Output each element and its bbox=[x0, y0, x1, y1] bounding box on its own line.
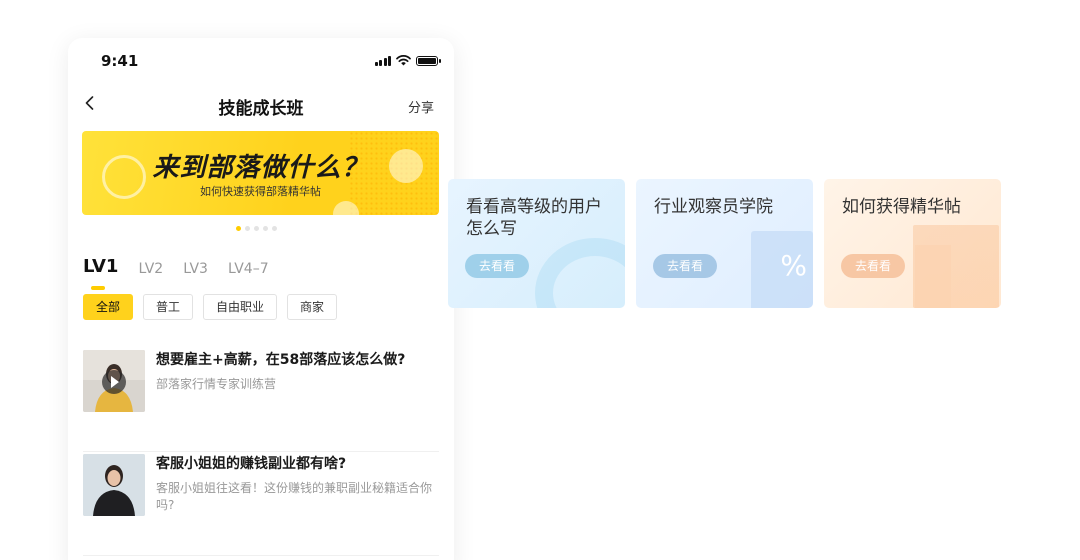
percent-icon: % bbox=[780, 249, 807, 282]
pager-dot[interactable] bbox=[263, 226, 268, 231]
list-item-title: 想要雇主+高薪，在58部落应该怎么做? bbox=[156, 352, 406, 368]
building-decoration bbox=[915, 245, 951, 308]
card-industry-observer[interactable]: % 行业观察员学院 去看看 bbox=[636, 179, 813, 308]
stage: 9:41 技能成长班 分享 来到部落做什么？ 如何快速获得部落精华帖 LV1 L… bbox=[0, 0, 1080, 560]
video-thumbnail[interactable] bbox=[83, 350, 145, 412]
battery-icon bbox=[416, 55, 441, 66]
card-title: 如何获得精华帖 bbox=[842, 197, 961, 217]
phone-screen: 9:41 技能成长班 分享 来到部落做什么？ 如何快速获得部落精华帖 LV1 L… bbox=[68, 38, 454, 560]
card-go-button[interactable]: 去看看 bbox=[841, 254, 905, 278]
video-thumbnail[interactable] bbox=[83, 454, 145, 516]
list-item-subtitle: 客服小姐姐往这看！这份赚钱的兼职副业秘籍适合你吗? bbox=[156, 481, 433, 512]
promo-banner[interactable]: 来到部落做什么？ 如何快速获得部落精华帖 bbox=[82, 131, 439, 215]
status-time: 9:41 bbox=[101, 52, 139, 70]
banner-pager bbox=[236, 226, 277, 231]
filter-general-worker[interactable]: 普工 bbox=[143, 294, 194, 320]
card-title: 行业观察员学院 bbox=[654, 197, 773, 217]
tab-lv3[interactable]: LV3 bbox=[183, 261, 208, 277]
play-icon[interactable] bbox=[102, 370, 126, 394]
banner-title: 来到部落做什么？ bbox=[152, 153, 369, 183]
share-button[interactable]: 分享 bbox=[408, 97, 434, 116]
list-item-title: 客服小姐姐的赚钱副业都有啥? bbox=[156, 456, 347, 472]
tab-lv2[interactable]: LV2 bbox=[138, 261, 163, 277]
filter-all[interactable]: 全部 bbox=[83, 294, 134, 320]
filter-freelance[interactable]: 自由职业 bbox=[203, 294, 278, 320]
list-item-subtitle: 部落家行情专家训练营 bbox=[156, 377, 277, 391]
card-high-level-users[interactable]: 看看高等级的用户怎么写 去看看 bbox=[448, 179, 625, 308]
page-title: 技能成长班 bbox=[218, 99, 304, 119]
wifi-icon bbox=[396, 55, 411, 66]
level-tabs: LV1 LV2 LV3 LV4–7 bbox=[83, 256, 289, 290]
card-title: 看看高等级的用户怎么写 bbox=[466, 197, 602, 239]
tab-lv1[interactable]: LV1 bbox=[83, 256, 118, 290]
card-decoration bbox=[535, 238, 625, 308]
card-go-button[interactable]: 去看看 bbox=[465, 254, 529, 278]
signal-icon bbox=[374, 55, 391, 66]
article-list: 想要雇主+高薪，在58部落应该怎么做? 部落家行情专家训练营 客服小姐姐的赚钱副… bbox=[83, 348, 439, 556]
tab-lv4-7[interactable]: LV4–7 bbox=[228, 261, 269, 277]
pager-dot-active[interactable] bbox=[236, 226, 241, 231]
status-bar: 9:41 bbox=[68, 38, 454, 82]
filter-merchant[interactable]: 商家 bbox=[287, 294, 338, 320]
card-go-button[interactable]: 去看看 bbox=[653, 254, 717, 278]
person-thumbnail-image bbox=[83, 454, 145, 516]
card-featured-post[interactable]: 如何获得精华帖 去看看 bbox=[824, 179, 1001, 308]
filter-chips: 全部 普工 自由职业 商家 bbox=[83, 294, 338, 320]
list-item[interactable]: 客服小姐姐的赚钱副业都有啥? 客服小姐姐往这看！这份赚钱的兼职副业秘籍适合你吗? bbox=[83, 452, 439, 556]
pager-dot[interactable] bbox=[254, 226, 259, 231]
pager-dot[interactable] bbox=[272, 226, 277, 231]
nav-bar: 技能成长班 分享 bbox=[68, 90, 454, 120]
status-icons bbox=[374, 55, 441, 66]
banner-subtitle: 如何快速获得部落精华帖 bbox=[200, 185, 321, 198]
pager-dot[interactable] bbox=[245, 226, 250, 231]
list-item[interactable]: 想要雇主+高薪，在58部落应该怎么做? 部落家行情专家训练营 bbox=[83, 348, 439, 452]
